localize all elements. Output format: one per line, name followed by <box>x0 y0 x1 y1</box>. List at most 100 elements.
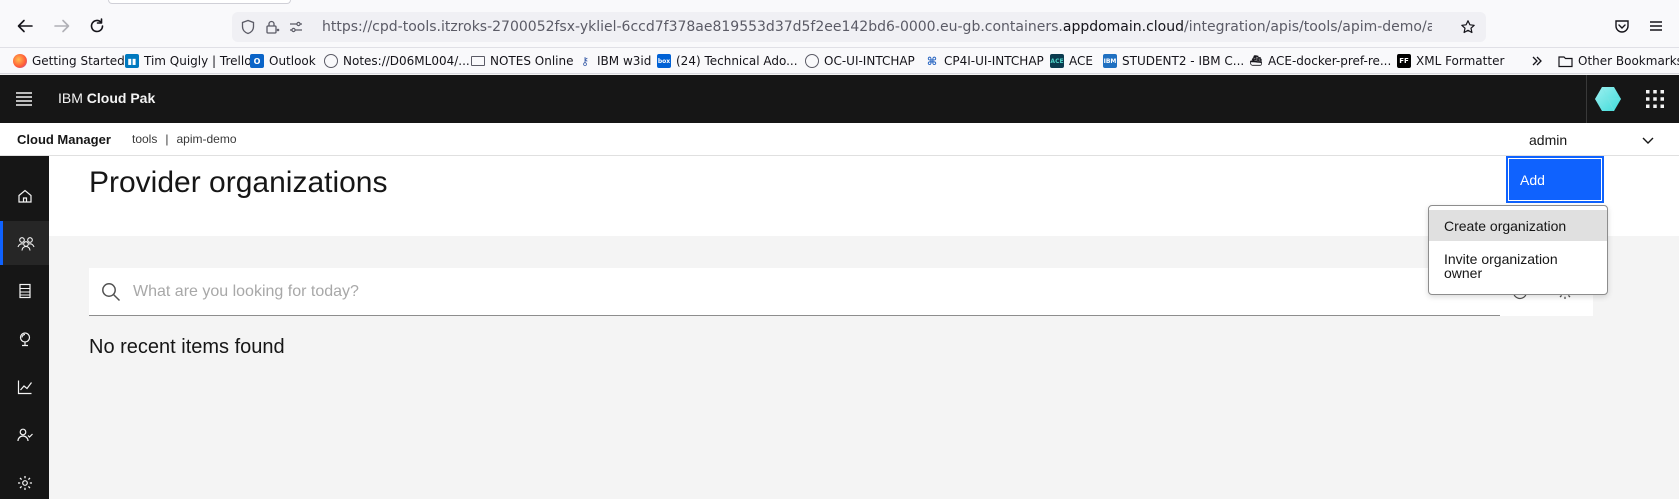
provider-orgs-icon <box>17 237 35 251</box>
shield-icon[interactable] <box>240 19 256 35</box>
menu-item-create-organization[interactable]: Create organization <box>1429 210 1607 241</box>
url-prefix: https://cpd-tools.itzroks-2700052fsx-ykl… <box>322 19 1063 35</box>
app-header: IBM Cloud Pak <box>0 75 1679 123</box>
browser-tab[interactable] <box>108 0 291 4</box>
chevron-down-icon[interactable] <box>1640 132 1656 148</box>
add-button[interactable]: Add <box>1506 156 1604 203</box>
bookmark-technical-ado[interactable]: box (24) Technical Ado... <box>657 53 798 69</box>
globe-icon <box>324 54 338 68</box>
cp4i-icon: ⌘ <box>926 54 938 68</box>
globe-icon <box>805 54 819 68</box>
bookmark-label: NOTES Online <box>490 54 574 68</box>
bookmark-label: Getting Started <box>32 54 125 68</box>
lock-warning-icon[interactable] <box>264 19 280 35</box>
mail-icon <box>471 56 485 66</box>
forward-button[interactable] <box>50 14 74 38</box>
bookmark-label: ACE-docker-pref-re... <box>1268 54 1392 68</box>
box-icon: box <box>657 54 671 68</box>
folder-icon <box>1558 56 1573 68</box>
brand-prefix: IBM <box>58 90 87 106</box>
bookmark-label: OC-UI-INTCHAP <box>824 54 915 68</box>
page-title: Provider organizations <box>89 166 388 199</box>
bookmark-student2[interactable]: IBM STUDENT2 - IBM C... <box>1103 53 1244 69</box>
sidenav-members[interactable] <box>0 413 49 457</box>
bookmark-oc-ui[interactable]: OC-UI-INTCHAP <box>805 53 915 69</box>
bookmark-label: XML Formatter <box>1416 54 1505 68</box>
menu-item-invite-organization-owner[interactable]: Invite organization owner <box>1429 252 1569 288</box>
bookmarks-overflow-button[interactable] <box>1530 53 1544 69</box>
other-bookmarks-label: Other Bookmarks <box>1578 54 1679 68</box>
resources-icon <box>18 283 31 299</box>
user-menu[interactable]: admin <box>1529 132 1567 148</box>
breadcrumb-tools[interactable]: tools <box>132 132 157 146</box>
sidenav-resources[interactable] <box>0 269 49 313</box>
docker-icon: ⛴ <box>1249 55 1263 67</box>
sidenav-analytics[interactable] <box>0 365 49 409</box>
bookmark-label: ACE <box>1069 54 1093 68</box>
sidenav-topology[interactable] <box>0 317 49 361</box>
side-nav <box>0 156 49 499</box>
bookmark-outlook[interactable]: O Outlook <box>250 53 316 69</box>
breadcrumb-separator: | <box>165 132 169 146</box>
url-domain: appdomain.cloud <box>1062 19 1185 35</box>
ace-icon: ACE <box>1050 54 1064 68</box>
brand-name: Cloud Pak <box>86 90 156 106</box>
ibm-icon: IBM <box>1103 54 1117 68</box>
bookmark-getting-started[interactable]: Getting Started <box>13 53 125 69</box>
bookmark-label: IBM w3id <box>597 54 652 68</box>
sidenav-settings[interactable] <box>0 461 49 499</box>
reload-icon <box>90 18 104 33</box>
bookmark-label: Tim Quigly | Trello <box>144 54 252 68</box>
bookmark-trello[interactable]: ▮▮ Tim Quigly | Trello <box>125 53 252 69</box>
reload-button[interactable] <box>85 14 109 38</box>
breadcrumb: tools | apim-demo <box>132 132 237 146</box>
settings-icon <box>17 476 32 490</box>
pocket-icon <box>1615 20 1629 33</box>
empty-state-text: No recent items found <box>89 336 285 358</box>
sidenav-home[interactable] <box>0 174 49 218</box>
members-icon <box>16 428 33 442</box>
url-text[interactable]: https://cpd-tools.itzroks-2700052fsx-ykl… <box>322 19 1432 35</box>
browser-toolbar: https://cpd-tools.itzroks-2700052fsx-ykl… <box>0 0 1679 48</box>
url-suffix: /integration/apis/tools/apim-demo/admin/… <box>1184 19 1432 35</box>
search-bar <box>89 268 1500 316</box>
arrow-right-icon <box>54 19 70 33</box>
avatar-icon[interactable] <box>1592 83 1624 115</box>
analytics-icon <box>17 380 32 395</box>
sidenav-provider-orgs[interactable] <box>0 221 49 265</box>
bookmark-xml-formatter[interactable]: FF XML Formatter <box>1397 53 1504 69</box>
pocket-button[interactable] <box>1610 14 1634 38</box>
trello-icon: ▮▮ <box>125 54 139 68</box>
bookmark-w3id[interactable]: ⚷ IBM w3id <box>578 53 651 69</box>
bookmark-cp4i-ui[interactable]: ⌘ CP4I-UI-INTCHAP <box>925 53 1044 69</box>
ff-icon: FF <box>1397 54 1411 68</box>
star-icon[interactable] <box>1460 19 1476 35</box>
breadcrumb-apim-demo[interactable]: apim-demo <box>176 132 236 146</box>
brand[interactable]: IBM Cloud Pak <box>58 90 155 106</box>
bookmark-notes-online[interactable]: NOTES Online <box>471 53 573 69</box>
bookmark-notes[interactable]: Notes://D06ML004/... <box>324 53 470 69</box>
key-icon: ⚷ <box>580 54 590 68</box>
bookmarks-bar: Getting Started ▮▮ Tim Quigly | Trello O… <box>0 48 1679 74</box>
permissions-icon[interactable] <box>288 19 304 35</box>
product-name[interactable]: Cloud Manager <box>17 132 111 147</box>
other-bookmarks[interactable]: Other Bookmarks <box>1558 53 1679 69</box>
back-button[interactable] <box>13 14 37 38</box>
search-input[interactable] <box>133 268 1483 315</box>
app-menu-button[interactable] <box>1644 14 1668 38</box>
bookmark-label: CP4I-UI-INTCHAP <box>944 54 1044 68</box>
app-switcher-icon[interactable] <box>1645 89 1665 109</box>
bookmark-label: Outlook <box>269 54 316 68</box>
bookmark-ace[interactable]: ACE ACE <box>1050 53 1093 69</box>
bookmark-label: Notes://D06ML004/... <box>343 54 470 68</box>
home-icon <box>17 189 32 203</box>
secondary-header: Cloud Manager tools | apim-demo admin <box>0 123 1679 156</box>
address-bar[interactable]: https://cpd-tools.itzroks-2700052fsx-ykl… <box>232 12 1486 42</box>
header-divider <box>1586 75 1587 123</box>
bookmark-label: STUDENT2 - IBM C... <box>1122 54 1245 68</box>
outlook-icon: O <box>250 54 264 68</box>
arrow-left-icon <box>17 19 33 33</box>
bookmark-ace-docker[interactable]: ⛴ ACE-docker-pref-re... <box>1249 53 1392 69</box>
hamburger-icon[interactable] <box>14 89 34 109</box>
add-menu: Create organization Invite organization … <box>1428 205 1608 295</box>
